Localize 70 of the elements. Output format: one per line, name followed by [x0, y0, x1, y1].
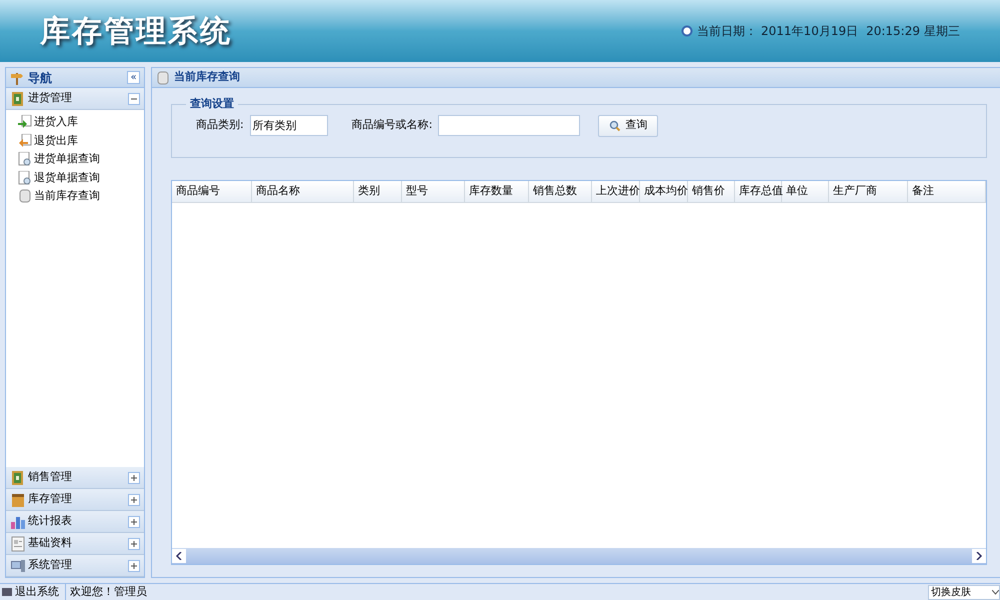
column-header[interactable]: 销售价 — [688, 181, 735, 202]
computer-icon — [10, 558, 26, 574]
nav-item[interactable]: 当前库存查询 — [34, 188, 100, 204]
dropdown-icon — [992, 590, 999, 594]
column-header[interactable]: 商品名称 — [252, 181, 354, 202]
collapse-button[interactable]: « — [127, 71, 140, 84]
document-icon — [10, 536, 26, 552]
arrow-in-icon — [18, 115, 32, 130]
plus-icon[interactable] — [128, 538, 140, 550]
nav-group-header[interactable]: 库存管理 — [6, 489, 144, 511]
column-header[interactable]: 销售总数 — [529, 181, 592, 202]
plus-icon[interactable] — [128, 516, 140, 528]
plus-icon[interactable] — [128, 494, 140, 506]
date-text: 2011年10月19日 — [761, 23, 858, 40]
monitor-icon — [2, 588, 12, 596]
search-icon — [609, 120, 622, 132]
keyword-field[interactable] — [438, 115, 580, 136]
scroll-left-icon[interactable] — [172, 549, 186, 563]
column-header[interactable]: 库存数量 — [465, 181, 529, 202]
column-header[interactable]: 商品编号 — [172, 181, 252, 202]
plus-icon[interactable] — [128, 472, 140, 484]
nav-item[interactable]: 进货入库 — [34, 114, 78, 130]
arrow-out-icon — [18, 134, 32, 148]
column-header[interactable]: 库存总值 — [735, 181, 782, 202]
nav-item[interactable]: 退货出库 — [34, 132, 78, 149]
sidebar-title: 导航 — [28, 70, 52, 86]
nav-group-label: 进货管理 — [28, 90, 72, 106]
document-search-icon — [18, 170, 32, 185]
nav-group-header[interactable]: 基础资料 — [6, 533, 144, 555]
column-header[interactable]: 生产厂商 — [829, 181, 908, 202]
panel-title: 当前库存查询 — [174, 69, 240, 86]
plus-icon[interactable] — [128, 560, 140, 572]
search-button[interactable]: 查询 — [598, 114, 658, 136]
time-text: 20:15:29 — [866, 23, 920, 40]
nav-item[interactable]: 退货单据查询 — [34, 170, 100, 186]
nav-group-label: 系统管理 — [28, 557, 72, 574]
nav-group-header[interactable]: 统计报表 — [6, 511, 144, 533]
document-search-icon — [18, 152, 32, 166]
nav-group-header[interactable]: 销售管理 — [6, 467, 144, 489]
logout-link[interactable]: 退出系统 — [15, 584, 59, 600]
clock-icon — [681, 25, 694, 37]
column-header[interactable]: 备注 — [908, 181, 986, 202]
horizontal-scrollbar[interactable] — [172, 548, 986, 564]
app-title: 库存管理系统 — [40, 12, 232, 50]
nav-group-label: 统计报表 — [28, 513, 72, 530]
column-header[interactable]: 型号 — [402, 181, 465, 202]
column-header[interactable]: 类别 — [354, 181, 402, 202]
date-label: 当前日期： — [697, 23, 758, 40]
column-header[interactable]: 上次进价 — [592, 181, 640, 202]
welcome-text: 欢迎您！管理员 — [65, 584, 147, 600]
skin-select[interactable]: 切换皮肤 — [928, 584, 1000, 600]
scroll-right-icon[interactable] — [972, 549, 986, 563]
nav-group-header[interactable]: 系统管理 — [6, 555, 144, 577]
minus-icon[interactable] — [128, 92, 140, 104]
nav-group-label: 基础资料 — [28, 535, 72, 552]
fieldset-legend: 查询设置 — [186, 96, 238, 112]
nav-group-header[interactable]: 进货管理 — [6, 88, 144, 110]
weekday-text: 星期三 — [924, 23, 960, 40]
nav-item[interactable]: 进货单据查询 — [34, 151, 100, 168]
column-header[interactable]: 单位 — [782, 181, 829, 202]
column-header[interactable]: 成本均价 — [640, 181, 688, 202]
signpost-icon — [10, 70, 24, 84]
keyword-label: 商品编号或名称: — [352, 117, 432, 134]
box-icon — [10, 492, 26, 508]
ledger-icon — [10, 470, 26, 486]
category-label: 商品类别: — [196, 117, 244, 134]
nav-group-label: 库存管理 — [28, 491, 72, 508]
category-field[interactable]: 所有类别 — [250, 115, 328, 136]
ledger-icon — [10, 90, 26, 106]
nav-group-label: 销售管理 — [28, 469, 72, 486]
